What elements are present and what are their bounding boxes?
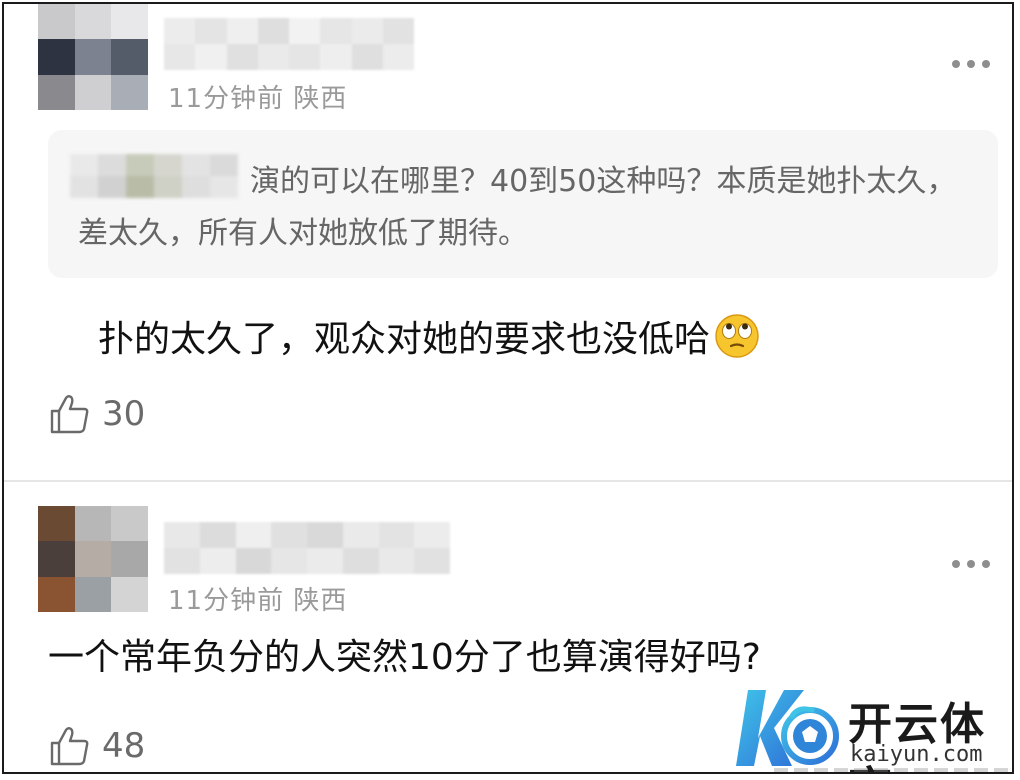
more-options-icon[interactable] [952,560,990,568]
watermark-url: kaiyun.com [850,742,983,767]
comment-text: 扑的太久了，观众对她的要求也没低哈 [98,310,760,362]
like-button[interactable]: 30 [48,392,145,436]
divider [4,480,1012,482]
like-count: 30 [102,394,146,434]
username-blurred[interactable] [164,18,414,70]
comment-card: 11分钟前 陕西 演的可以在哪里？40到50这种吗？本质是她扑太久，差太久，所有… [4,4,1012,480]
quoted-comment[interactable]: 演的可以在哪里？40到50这种吗？本质是她扑太久，差太久，所有人对她放低了期待。 [48,130,998,278]
thumbs-up-icon [50,395,89,434]
eye-roll-emoji [715,314,759,358]
more-options-icon[interactable] [952,60,990,68]
comment-feed: 11分钟前 陕西 演的可以在哪里？40到50这种吗？本质是她扑太久，差太久，所有… [2,2,1014,774]
quoted-text: 演的可以在哪里？40到50这种吗？本质是她扑太久，差太久，所有人对她放低了期待。 [78,156,968,260]
watermark-underlay [774,768,1012,772]
thumbs-up-icon [50,727,89,766]
username-blurred[interactable] [164,522,450,574]
like-button[interactable]: 48 [48,724,145,768]
avatar[interactable] [38,4,148,110]
comment-text: 一个常年负分的人突然10分了也算演得好吗? [48,637,761,678]
avatar[interactable] [38,506,148,612]
comment-meta: 11分钟前 陕西 [168,84,348,114]
comment-text-content: 扑的太久了，观众对她的要求也没低哈 [98,319,711,360]
quoted-text-content: 演的可以在哪里？40到50这种吗？本质是她扑太久，差太久，所有人对她放低了期待。 [78,164,957,251]
comment-meta: 11分钟前 陕西 [168,586,348,616]
like-count: 48 [102,726,146,766]
watermark: 开云体育 kaiyun.com [734,680,1012,772]
kaiyun-logo-icon [736,690,839,766]
